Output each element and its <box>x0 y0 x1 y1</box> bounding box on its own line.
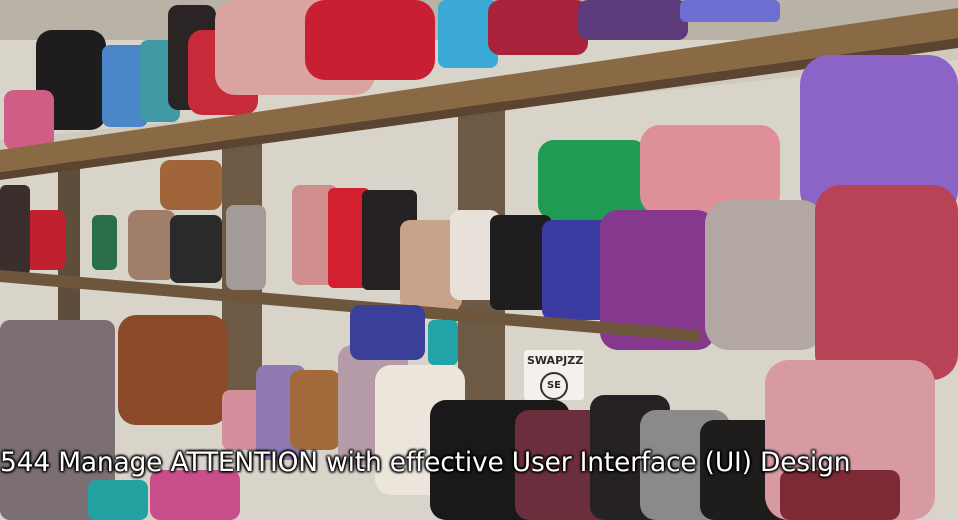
bag-mid-grey <box>226 205 266 290</box>
bag-mid-taupe <box>705 200 825 350</box>
bag-mid-green <box>538 140 648 220</box>
bag-top-crimson <box>488 0 588 55</box>
bag-mid-rose <box>815 185 958 380</box>
bag-mid-cognac <box>160 160 222 210</box>
bag-mid-black-1 <box>170 215 222 283</box>
handbag-shelves-photo <box>0 0 958 520</box>
bag-top-red-large <box>305 0 435 80</box>
hang-tag-brand: SWAPJZZ <box>527 354 584 367</box>
bag-low-left-teal <box>88 480 148 520</box>
bag-mid-left-red <box>25 210 65 270</box>
bag-top-periwinkle <box>680 0 780 22</box>
hang-tag: SWAPJZZ SE <box>527 354 584 400</box>
bag-mid-left-green <box>92 215 117 270</box>
bag-top-purple <box>578 0 688 40</box>
bag-low-teal <box>428 320 458 365</box>
photo-scene: SWAPJZZ SE 544 Manage ATTENTION with eff… <box>0 0 958 520</box>
hang-tag-logo: SE <box>540 372 568 400</box>
bag-low-brown <box>118 315 228 425</box>
bag-mid-tan <box>128 210 176 280</box>
bag-low-navy <box>350 305 425 360</box>
bag-top-pink-left <box>4 90 54 150</box>
bag-low-rust <box>290 370 340 450</box>
video-caption: 544 Manage ATTENTION with effective User… <box>0 447 851 478</box>
bag-mid-left-dark <box>0 185 30 275</box>
